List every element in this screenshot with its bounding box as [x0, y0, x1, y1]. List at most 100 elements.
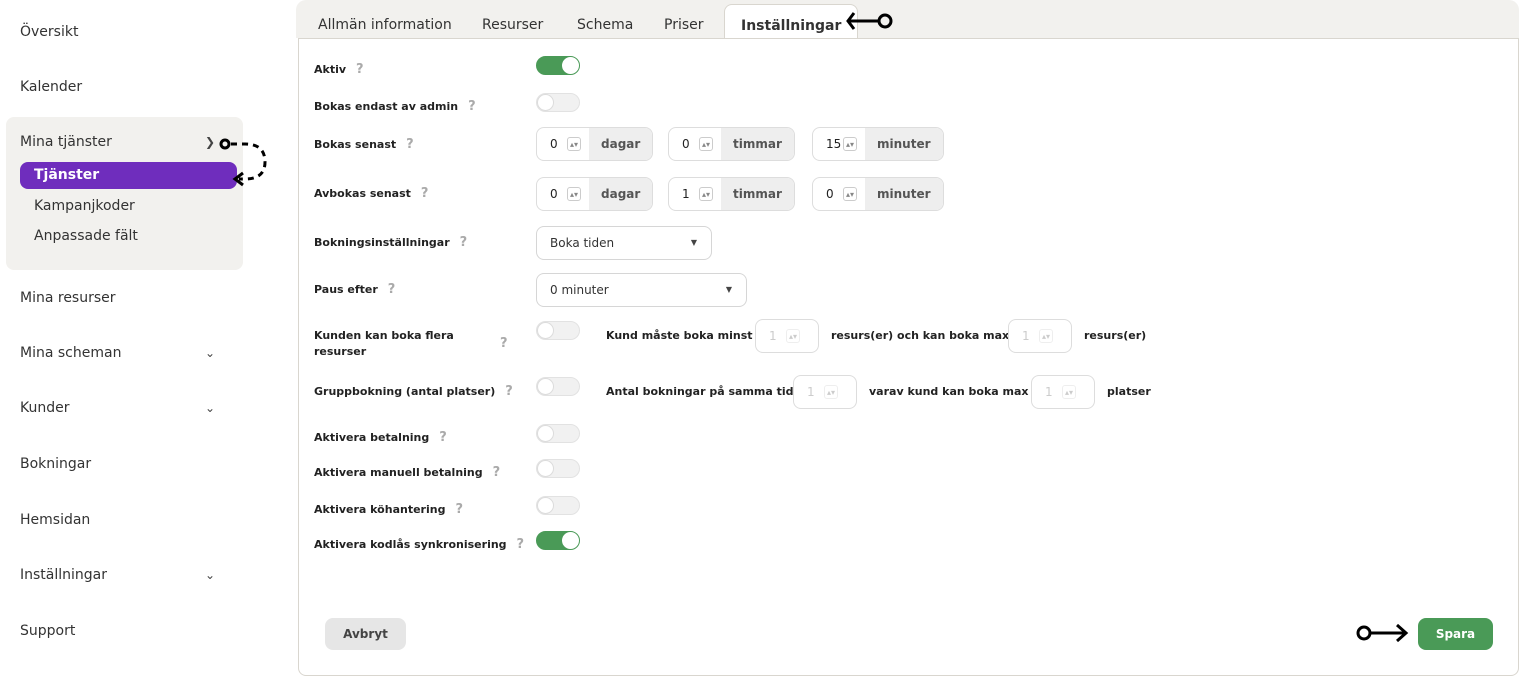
sidebar-item-customers[interactable]: Kunder ⌄	[20, 400, 220, 416]
help-icon[interactable]: ?	[455, 502, 463, 517]
sidebar-subitem-custom-fields[interactable]: Anpassade fält	[34, 228, 138, 244]
sidebar-item-settings[interactable]: Inställningar ⌄	[20, 567, 220, 583]
tab-schedule[interactable]: Schema	[577, 0, 633, 38]
booking-settings-label: Bokningsinställningar?	[314, 235, 468, 250]
chevron-down-icon: ⌄	[205, 568, 216, 582]
group-max-stepper[interactable]: 1 ▴▾	[1031, 375, 1095, 409]
stepper-arrows-icon[interactable]: ▴▾	[1039, 329, 1053, 343]
cancel-latest-label: Avbokas senast?	[314, 186, 429, 201]
sidebar-item-label: Översikt	[20, 24, 79, 40]
stepper-arrows-icon[interactable]: ▴▾	[699, 187, 713, 201]
codelock-toggle[interactable]	[536, 531, 580, 550]
cancel-latest-minutes-stepper[interactable]: 0 ▴▾ minuter	[812, 177, 944, 211]
sidebar-item-label: Mina tjänster	[20, 134, 112, 150]
chevron-down-icon: ⌄	[205, 346, 216, 360]
sidebar-item-label: Mina resurser	[20, 290, 116, 306]
manual-payment-label: Aktivera manuell betalning?	[314, 465, 501, 480]
manual-payment-toggle[interactable]	[536, 459, 580, 478]
chevron-right-icon: ❯	[205, 135, 216, 149]
sidebar-item-overview[interactable]: Översikt	[20, 24, 78, 40]
save-button[interactable]: Spara	[1418, 618, 1493, 650]
tab-prices[interactable]: Priser	[664, 0, 704, 38]
group-max-text: varav kund kan boka max	[869, 385, 1029, 398]
queue-toggle[interactable]	[536, 496, 580, 515]
help-icon[interactable]: ?	[421, 186, 429, 201]
sidebar-item-label: Support	[20, 623, 76, 639]
booking-settings-select[interactable]: Boka tiden ▼	[536, 226, 712, 260]
multi-max-stepper[interactable]: 1 ▴▾	[1008, 319, 1072, 353]
sidebar-item-my-schedules[interactable]: Mina scheman ⌄	[20, 345, 220, 361]
annotation-arrow-tab	[846, 12, 893, 30]
stepper-arrows-icon[interactable]: ▴▾	[786, 329, 800, 343]
sidebar-item-label: Bokningar	[20, 456, 92, 472]
book-latest-days-stepper[interactable]: 0 ▴▾ dagar	[536, 127, 654, 161]
help-icon[interactable]: ?	[493, 465, 501, 480]
book-latest-label: Bokas senast?	[314, 137, 414, 152]
codelock-label: Aktivera kodlås synkronisering?	[314, 537, 525, 552]
sidebar-item-support[interactable]: Support	[20, 623, 75, 639]
cancel-button[interactable]: Avbryt	[325, 618, 406, 650]
tab-general-info[interactable]: Allmän information	[318, 0, 452, 38]
payment-toggle[interactable]	[536, 424, 580, 443]
group-booking-toggle[interactable]	[536, 377, 580, 396]
tab-resources[interactable]: Resurser	[482, 0, 543, 38]
caret-down-icon: ▼	[725, 285, 732, 294]
sidebar-item-my-resources[interactable]: Mina resurser	[20, 290, 116, 306]
caret-down-icon: ▼	[690, 238, 697, 247]
help-icon[interactable]: ?	[505, 384, 513, 399]
book-latest-minutes-stepper[interactable]: 15 ▴▾ minuter	[812, 127, 944, 161]
sidebar-item-label: Mina scheman	[20, 345, 122, 361]
queue-label: Aktivera köhantering?	[314, 502, 463, 517]
group-booking-label: Gruppbokning (antal platser)?	[314, 384, 513, 399]
help-icon[interactable]: ?	[356, 62, 364, 77]
stepper-arrows-icon[interactable]: ▴▾	[699, 137, 713, 151]
stepper-arrows-icon[interactable]: ▴▾	[843, 137, 857, 151]
sidebar-item-bookings[interactable]: Bokningar	[20, 456, 91, 472]
cancel-latest-hours-stepper[interactable]: 1 ▴▾ timmar	[668, 177, 795, 211]
sidebar-item-my-services[interactable]: Mina tjänster ❯	[20, 134, 220, 150]
help-icon[interactable]: ?	[388, 282, 396, 297]
help-icon[interactable]: ?	[439, 430, 447, 445]
pause-after-label: Paus efter?	[314, 282, 396, 297]
sidebar-subitem-label: Tjänster	[34, 167, 100, 183]
group-count-stepper[interactable]: 1 ▴▾	[793, 375, 857, 409]
multi-resources-toggle[interactable]	[536, 321, 580, 340]
aktiv-toggle[interactable]	[536, 56, 580, 75]
stepper-arrows-icon[interactable]: ▴▾	[1062, 385, 1076, 399]
help-icon[interactable]: ?	[500, 336, 508, 351]
sidebar-subitem-label: Anpassade fält	[34, 228, 138, 244]
sidebar-subitem-services[interactable]: Tjänster	[20, 162, 237, 189]
stepper-arrows-icon[interactable]: ▴▾	[567, 187, 581, 201]
book-latest-hours-stepper[interactable]: 0 ▴▾ timmar	[668, 127, 795, 161]
pause-after-select[interactable]: 0 minuter ▼	[536, 273, 747, 307]
admin-only-label: Bokas endast av admin?	[314, 99, 476, 114]
group-suffix: platser	[1107, 385, 1151, 398]
cancel-latest-days-stepper[interactable]: 0 ▴▾ dagar	[536, 177, 654, 211]
multi-min-stepper[interactable]: 1 ▴▾	[755, 319, 819, 353]
sidebar-item-website[interactable]: Hemsidan	[20, 512, 90, 528]
payment-label: Aktivera betalning?	[314, 430, 447, 445]
help-icon[interactable]: ?	[468, 99, 476, 114]
sidebar: Översikt Kalender Mina tjänster ❯ Tjänst…	[0, 0, 250, 680]
stepper-arrows-icon[interactable]: ▴▾	[567, 137, 581, 151]
multi-max-text: resurs(er) och kan boka max	[831, 329, 1010, 342]
annotation-arrow-sidebar	[219, 138, 267, 187]
multi-min-text: Kund måste boka minst	[606, 329, 753, 342]
sidebar-item-label: Hemsidan	[20, 512, 91, 528]
sidebar-item-calendar[interactable]: Kalender	[20, 79, 82, 95]
admin-only-toggle[interactable]	[536, 93, 580, 112]
help-icon[interactable]: ?	[406, 137, 414, 152]
stepper-arrows-icon[interactable]: ▴▾	[843, 187, 857, 201]
help-icon[interactable]: ?	[460, 235, 468, 250]
help-icon[interactable]: ?	[517, 537, 525, 552]
group-count-text: Antal bokningar på samma tid	[606, 385, 794, 398]
sidebar-item-label: Kalender	[20, 79, 83, 95]
tab-settings[interactable]: Inställningar	[724, 4, 859, 40]
chevron-down-icon: ⌄	[205, 401, 216, 415]
tab-bar	[296, 0, 1519, 38]
stepper-arrows-icon[interactable]: ▴▾	[824, 385, 838, 399]
sidebar-subitem-label: Kampanjkoder	[34, 198, 135, 214]
sidebar-subitem-campaign-codes[interactable]: Kampanjkoder	[34, 198, 135, 214]
sidebar-item-label: Kunder	[20, 400, 70, 416]
multi-resources-label: Kunden kan boka flera resurser	[314, 329, 454, 358]
